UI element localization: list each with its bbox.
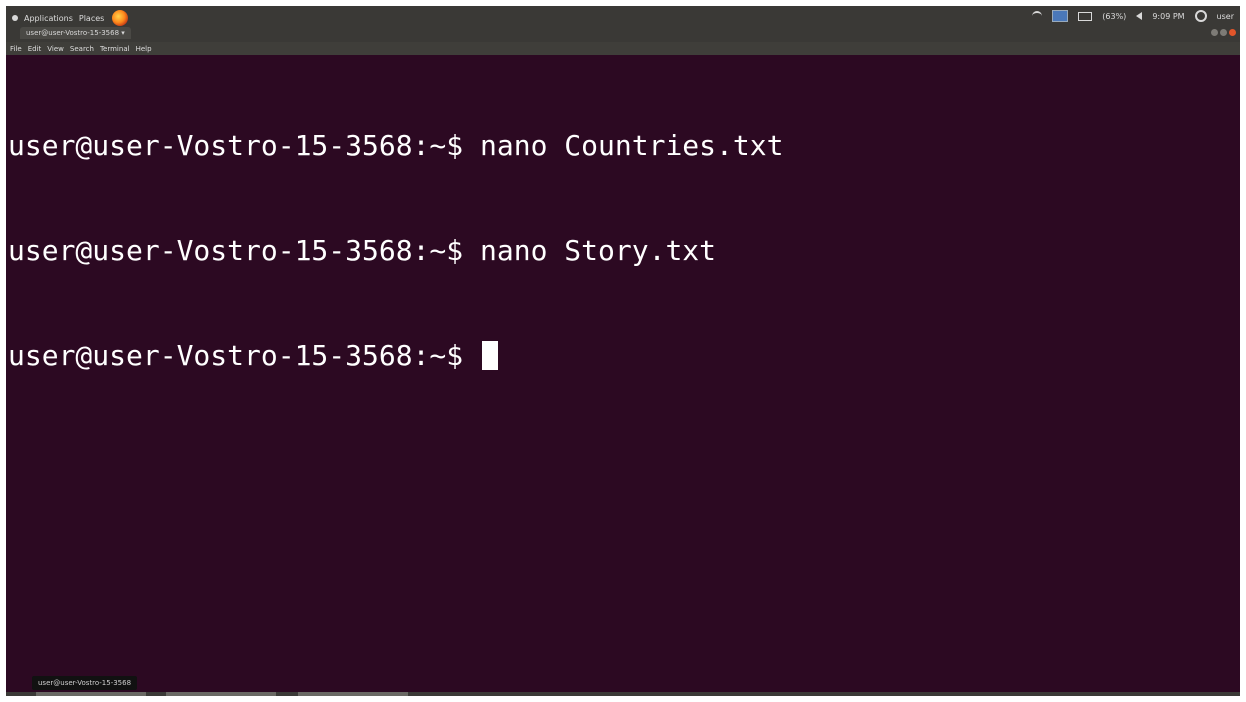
top-panel: Applications Places (63%) 9:09 PM user bbox=[6, 6, 1240, 27]
bottom-window-tab[interactable]: user@user-Vostro-15-3568 bbox=[32, 676, 138, 690]
top-panel-right: (63%) 9:09 PM user bbox=[1032, 10, 1234, 22]
clock[interactable]: 9:09 PM bbox=[1152, 12, 1184, 21]
keyboard-layout-icon[interactable] bbox=[1052, 10, 1069, 22]
menu-bar: File Edit View Search Terminal Help bbox=[6, 42, 1240, 55]
taskbar-item[interactable] bbox=[36, 692, 146, 696]
firefox-icon[interactable] bbox=[112, 10, 129, 26]
terminal-line: user@user-Vostro-15-3568:~$ nano Countri… bbox=[8, 128, 1236, 163]
terminal-window-header: user@user-Vostro-15-3568 ▾ bbox=[6, 27, 1240, 42]
window-controls bbox=[1211, 29, 1236, 36]
menu-item-edit[interactable]: Edit bbox=[28, 45, 42, 53]
top-panel-left: Applications Places bbox=[12, 10, 129, 26]
terminal-line: user@user-Vostro-15-3568:~$ nano Story.t… bbox=[8, 233, 1236, 268]
chevron-down-icon[interactable]: ▾ bbox=[121, 29, 125, 37]
volume-icon[interactable] bbox=[1136, 12, 1143, 20]
terminal-line: user@user-Vostro-15-3568:~$ bbox=[8, 338, 1236, 373]
menu-item-view[interactable]: View bbox=[47, 45, 64, 53]
wifi-icon[interactable] bbox=[1032, 11, 1043, 21]
close-button[interactable] bbox=[1229, 29, 1236, 36]
terminal-tab[interactable]: user@user-Vostro-15-3568 ▾ bbox=[20, 27, 131, 39]
desktop-screen: Applications Places (63%) 9:09 PM user u… bbox=[6, 6, 1240, 696]
terminal-output[interactable]: user@user-Vostro-15-3568:~$ nano Countri… bbox=[8, 58, 1236, 678]
minimize-button[interactable] bbox=[1211, 29, 1218, 36]
prompt: user@user-Vostro-15-3568:~$ bbox=[8, 339, 481, 372]
places-menu[interactable]: Places bbox=[79, 14, 104, 23]
taskbar-item[interactable] bbox=[166, 692, 276, 696]
text-cursor bbox=[482, 341, 499, 370]
menu-item-terminal[interactable]: Terminal bbox=[100, 45, 130, 53]
command: nano Story.txt bbox=[480, 234, 717, 267]
battery-icon[interactable] bbox=[1078, 11, 1093, 21]
prompt: user@user-Vostro-15-3568:~$ bbox=[8, 129, 481, 162]
command: nano Countries.txt bbox=[480, 129, 784, 162]
applications-menu[interactable]: Applications bbox=[24, 14, 73, 23]
prompt: user@user-Vostro-15-3568:~$ bbox=[8, 234, 481, 267]
maximize-button[interactable] bbox=[1220, 29, 1227, 36]
user-menu[interactable]: user bbox=[1217, 12, 1234, 21]
menu-item-search[interactable]: Search bbox=[70, 45, 94, 53]
menu-item-help[interactable]: Help bbox=[136, 45, 152, 53]
menu-item-file[interactable]: File bbox=[10, 45, 22, 53]
terminal-tab-title: user@user-Vostro-15-3568 bbox=[26, 29, 120, 37]
taskbar-item[interactable] bbox=[298, 692, 408, 696]
ubuntu-icon bbox=[12, 15, 18, 21]
power-icon[interactable] bbox=[1194, 10, 1207, 22]
taskbar bbox=[6, 692, 1240, 696]
bottom-window-tab-label: user@user-Vostro-15-3568 bbox=[38, 679, 132, 687]
battery-percent: (63%) bbox=[1102, 11, 1127, 21]
